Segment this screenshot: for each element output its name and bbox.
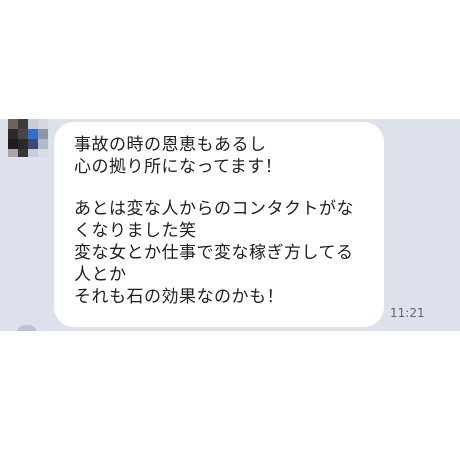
message-line: それも石の効果なのかも！ xyxy=(74,287,284,307)
sender-avatar[interactable] xyxy=(8,119,48,157)
message-bubble[interactable]: 事故の時の恩恵もあるし 心の拠り所になってます！ あとは変な人からのコンタクトが… xyxy=(54,122,384,327)
next-avatar-partial xyxy=(16,325,38,331)
message-line: あとは変な人からのコンタクトがな xyxy=(74,199,354,219)
chat-area: 事故の時の恩恵もあるし 心の拠り所になってます！ あとは変な人からのコンタクトが… xyxy=(0,119,460,331)
message-line: 人とか xyxy=(74,265,127,285)
message-line: 心の拠り所になってます！ xyxy=(74,157,283,177)
message-timestamp: 11:21 xyxy=(390,306,425,320)
message-line: 事故の時の恩恵もあるし xyxy=(74,135,267,155)
message-line: くなりました笑 xyxy=(74,221,197,241)
message-line: 変な女とか仕事で変な稼ぎ方してる xyxy=(74,243,354,263)
